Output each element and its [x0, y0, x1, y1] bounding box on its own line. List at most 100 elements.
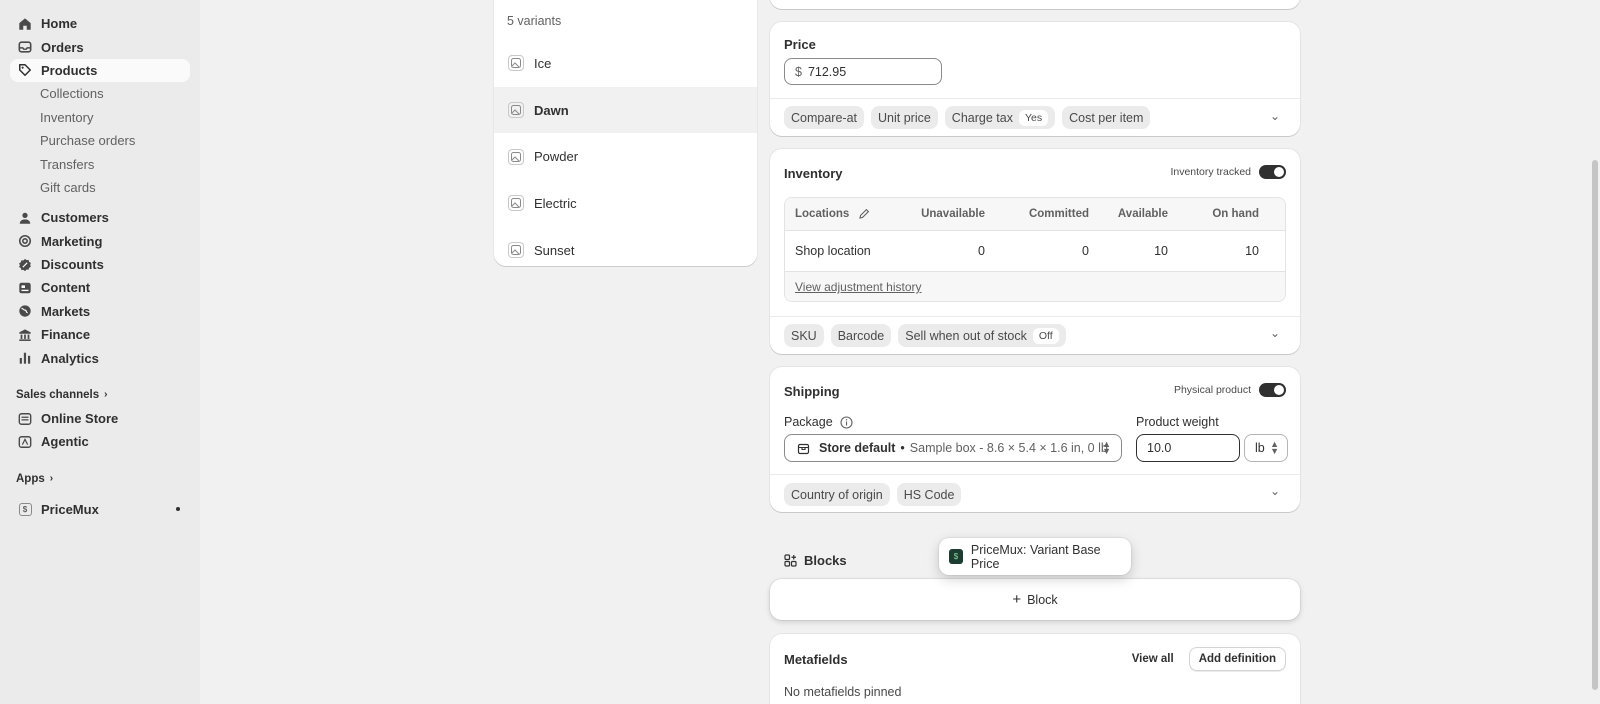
shipping-card: Shipping Physical product Package Store …	[770, 367, 1300, 512]
pricemux-logo-icon: $	[18, 502, 32, 516]
agentic-icon	[18, 435, 32, 449]
sidebar-item-analytics[interactable]: Analytics	[10, 346, 190, 369]
add-definition-button[interactable]: Add definition	[1188, 647, 1286, 671]
home-icon	[18, 17, 32, 31]
package-select[interactable]: Store default • Sample box - 8.6 × 5.4 ×…	[784, 434, 1122, 462]
sidebar-item-label: Content	[41, 280, 91, 296]
sidebar-item-agentic[interactable]: Agentic	[10, 430, 190, 453]
scrollbar[interactable]	[1592, 160, 1598, 690]
unit-price-pill[interactable]: Unit price	[871, 106, 938, 129]
table-row: Shop location 0 0 10 10	[785, 231, 1285, 272]
inventory-card: Inventory Inventory tracked Locations Un…	[770, 149, 1300, 354]
unavailable-value[interactable]: 0	[978, 244, 985, 258]
image-placeholder-icon	[508, 55, 524, 72]
sell-oos-value: Off	[1032, 327, 1059, 344]
variants-panel: 5 variants Ice Dawn Powder Electric Suns…	[494, 0, 757, 266]
col-available: Available	[1117, 208, 1168, 220]
col-locations: Locations	[795, 208, 850, 220]
add-block-button[interactable]: + Block	[770, 579, 1300, 620]
charge-tax-value: Yes	[1018, 109, 1049, 126]
sidebar-item-label: Online Store	[41, 411, 119, 427]
sidebar-item-orders[interactable]: Orders	[10, 35, 190, 58]
sidebar-item-label: Agentic	[41, 434, 89, 450]
pricemux-block-tooltip[interactable]: $ PriceMux: Variant Base Price	[939, 538, 1131, 575]
person-icon	[18, 211, 32, 225]
committed-value[interactable]: 0	[1082, 244, 1089, 258]
sku-pill[interactable]: SKU	[784, 324, 824, 347]
price-value: 712.95	[807, 64, 847, 79]
sidebar-item-markets[interactable]: Markets	[10, 300, 190, 323]
hs-code-pill[interactable]: HS Code	[896, 483, 962, 506]
chevron-down-icon[interactable]: ⌄	[1270, 326, 1280, 340]
price-input[interactable]: $ 712.95	[784, 58, 942, 85]
chevron-down-icon[interactable]: ⌄	[1270, 109, 1280, 123]
sidebar-subitem-collections[interactable]: Collections	[10, 82, 190, 105]
inventory-tracked-label: Inventory tracked	[1170, 166, 1251, 178]
discount-icon	[18, 258, 32, 272]
pencil-icon[interactable]	[858, 208, 870, 220]
sidebar-subitem-gift-cards[interactable]: Gift cards	[10, 176, 190, 199]
image-placeholder-icon	[508, 242, 524, 259]
barcode-pill[interactable]: Barcode	[830, 324, 892, 347]
on-hand-value[interactable]: 10	[1245, 244, 1259, 258]
sidebar-item-label: Analytics	[41, 350, 99, 366]
weight-value: 10.0	[1147, 441, 1172, 455]
available-value[interactable]: 10	[1154, 244, 1168, 258]
sidebar-item-products[interactable]: Products	[10, 58, 190, 83]
sidebar-item-online-store[interactable]: Online Store	[10, 407, 190, 430]
variant-row-ice[interactable]: Ice	[494, 40, 757, 87]
sell-oos-label: Sell when out of stock	[905, 328, 1027, 343]
sidebar-item-home[interactable]: Home	[10, 12, 190, 35]
image-placeholder-icon	[508, 195, 524, 212]
variant-row-dawn[interactable]: Dawn	[494, 86, 757, 134]
tag-icon	[18, 63, 32, 77]
sidebar-subitem-transfers[interactable]: Transfers	[10, 152, 190, 175]
col-committed: Committed	[1028, 208, 1089, 220]
sidebar-item-label: Discounts	[41, 257, 104, 273]
view-all-button[interactable]: View all	[1123, 647, 1183, 671]
weight-input[interactable]: 10.0	[1136, 434, 1240, 462]
variant-row-powder[interactable]: Powder	[494, 133, 757, 180]
sell-when-out-of-stock-pill[interactable]: Sell when out of stock Off	[898, 324, 1066, 347]
weight-unit-select[interactable]: lb ▲ ▼	[1244, 434, 1288, 462]
package-default-label: Store default	[819, 441, 896, 455]
metafields-title: Metafields	[784, 652, 848, 667]
sidebar-item-customers[interactable]: Customers	[10, 206, 190, 229]
variant-row-electric[interactable]: Electric	[494, 180, 757, 227]
apps-heading[interactable]: Apps ›	[10, 467, 190, 491]
product-weight-label: Product weight	[1136, 415, 1219, 429]
inventory-table-footer: View adjustment history	[785, 272, 1285, 301]
compare-at-pill[interactable]: Compare-at	[784, 106, 864, 129]
sidebar-item-discounts[interactable]: Discounts	[10, 253, 190, 276]
country-of-origin-pill[interactable]: Country of origin	[784, 483, 890, 506]
currency-symbol: $	[795, 64, 802, 79]
inventory-table: Locations Unavailable Committed Availabl…	[784, 197, 1286, 302]
pricemux-logo-icon: $	[949, 549, 963, 564]
sidebar-item-finance[interactable]: Finance	[10, 323, 190, 346]
variant-row-sunset[interactable]: Sunset	[494, 227, 757, 266]
blocks-title: Blocks	[804, 553, 847, 568]
physical-product-toggle[interactable]	[1259, 383, 1286, 397]
sales-channels-heading[interactable]: Sales channels ›	[10, 383, 190, 407]
variant-name: Electric	[534, 195, 577, 211]
sidebar-item-marketing[interactable]: Marketing	[10, 230, 190, 253]
sidebar-item-pricemux[interactable]: $ PriceMux	[10, 498, 190, 521]
cost-per-item-pill[interactable]: Cost per item	[1062, 106, 1151, 129]
price-title: Price	[784, 37, 816, 52]
variant-name: Ice	[534, 55, 552, 71]
sidebar-item-content[interactable]: Content	[10, 276, 190, 299]
sidebar-subitem-purchase-orders[interactable]: Purchase orders	[10, 129, 190, 152]
apps-label: Apps	[16, 472, 45, 485]
charge-tax-pill[interactable]: Charge tax Yes	[944, 106, 1056, 129]
inventory-tracked-toggle[interactable]	[1259, 165, 1286, 179]
weight-unit: lb	[1255, 441, 1265, 455]
variant-name: Powder	[534, 149, 579, 165]
sidebar-subitem-inventory[interactable]: Inventory	[10, 106, 190, 129]
sidebar-item-label: Customers	[41, 210, 109, 226]
unread-dot	[176, 507, 180, 512]
view-adjustment-history-link[interactable]: View adjustment history	[795, 280, 922, 294]
chevron-down-icon[interactable]: ⌄	[1270, 484, 1280, 498]
image-placeholder-icon	[508, 102, 524, 119]
info-icon[interactable]	[840, 415, 853, 429]
package-label: Package	[784, 415, 833, 429]
